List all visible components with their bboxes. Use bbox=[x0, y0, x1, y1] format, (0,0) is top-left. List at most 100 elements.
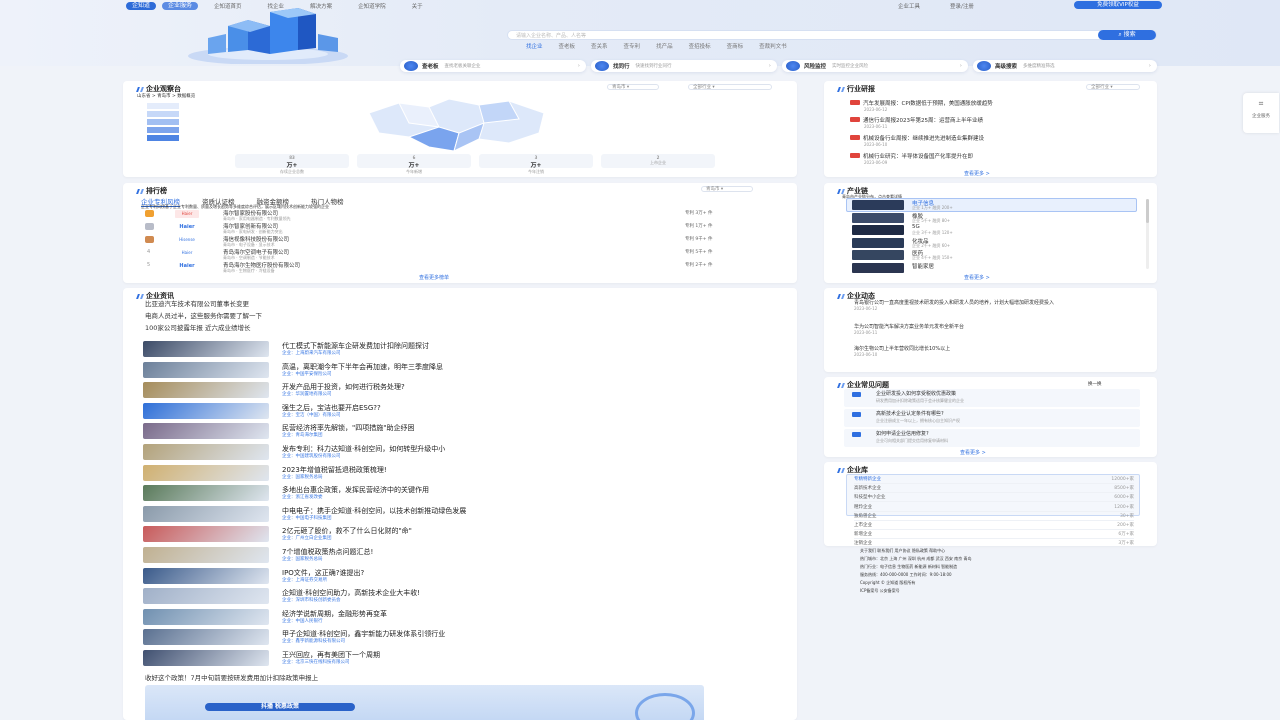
ranking-row[interactable]: 5 Haier 青岛海尔生物医疗股份有限公司 青岛市 · 生物医疗 · 冷链设备… bbox=[145, 261, 785, 273]
ranking-row[interactable]: Haier 海尔智家股份有限公司 青岛市 · 家用电器制造 · 专利数量领先 专… bbox=[145, 209, 785, 221]
quick-card-advanced-search[interactable]: 高级搜索 多维度精准筛选 › bbox=[973, 60, 1157, 72]
news-item-company[interactable]: 企业：国家税务总局 bbox=[282, 474, 323, 480]
search-input[interactable]: 请输入企业名称、产品、人名等 ⌕ 搜索 bbox=[507, 30, 1157, 40]
news-item-company[interactable]: 企业：青岛海尔集团 bbox=[282, 432, 323, 438]
ranking-row[interactable]: Haier 海尔智家创新有限公司 青岛市 · 家电研发 · 创新能力突出 专利 … bbox=[145, 222, 785, 234]
chain-thumbnail[interactable] bbox=[852, 200, 904, 210]
news-thumbnail[interactable] bbox=[143, 444, 269, 460]
faq-item[interactable]: 如何申请企业信用修复? 企业可向相关部门提交信用修复申请材料 bbox=[844, 429, 1140, 447]
news-top-item[interactable]: 100家公司披露年报 近六成业绩增长 bbox=[145, 322, 250, 332]
news-thumbnail[interactable] bbox=[143, 588, 269, 605]
footer-line[interactable]: 关于我们 联系我们 用户协议 隐私政策 帮助中心 bbox=[860, 548, 1160, 554]
news-item-company[interactable]: 企业：广州立白企业集团 bbox=[282, 535, 332, 541]
news-thumbnail[interactable] bbox=[143, 505, 269, 522]
news-thumbnail[interactable] bbox=[143, 629, 269, 646]
search-tab[interactable]: 找企业 bbox=[526, 42, 543, 50]
news-item-company[interactable]: 企业：上海证券交易所 bbox=[282, 577, 327, 583]
news-thumbnail[interactable] bbox=[143, 361, 269, 378]
news-thumbnail[interactable] bbox=[143, 341, 269, 357]
dynamics-item[interactable]: 华为公司智能汽车解决方案业务单元发布全新平台 2023-06-11 bbox=[854, 324, 1138, 336]
news-item-company[interactable]: 企业：浙江省发改委 bbox=[282, 494, 323, 500]
news-item-company[interactable]: 企业：中国人民银行 bbox=[282, 618, 323, 624]
dynamics-item[interactable]: 青岛银行公司一直高度重视技术研发的投入和研发人员的培养，计划大幅增加研发经费投入… bbox=[854, 300, 1138, 312]
industry-select[interactable]: 全部行业 ▾ bbox=[688, 84, 772, 90]
library-row[interactable]: 上市企业 200+家 bbox=[854, 522, 1134, 530]
library-row[interactable]: 瞪羚企业 1200+家 bbox=[854, 504, 1134, 512]
chain-thumbnail[interactable] bbox=[852, 237, 904, 248]
news-item-company[interactable]: 企业：上海蔚来汽车有限公司 bbox=[282, 350, 341, 356]
chain-thumbnail[interactable] bbox=[852, 212, 904, 223]
faq-item[interactable]: 高新技术企业认定条件有哪些? 企业注册成立一年以上，拥有核心自主知识产权 bbox=[844, 409, 1140, 427]
faq-refresh[interactable]: 换一换 bbox=[1088, 381, 1102, 387]
search-tab[interactable]: 查专利 bbox=[624, 42, 641, 50]
search-button[interactable]: ⌕ 搜索 bbox=[1098, 30, 1156, 40]
report-item[interactable]: 机械行业研究：半导体设备国产化率提升在即 2023-06-09 bbox=[850, 152, 1140, 165]
news-item-company[interactable]: 企业：中国平安保险公司 bbox=[282, 371, 332, 377]
dynamics-item[interactable]: 海尔生物公司上半年营收同比增长10%以上 2023-06-10 bbox=[854, 346, 1138, 358]
news-item-company[interactable]: 企业：国家税务总局 bbox=[282, 556, 323, 562]
news-thumbnail[interactable] bbox=[143, 464, 269, 481]
quick-card-peers[interactable]: 找同行 快速找到行业同行 › bbox=[591, 60, 777, 72]
search-tab[interactable]: 查招投标 bbox=[689, 42, 711, 50]
nav-item-academy[interactable]: 企知道学院 bbox=[358, 2, 386, 10]
industry-report-more[interactable]: 查看更多 > bbox=[964, 170, 990, 177]
news-thumbnail[interactable] bbox=[143, 547, 269, 563]
news-top-item[interactable]: 电商人员过半，这些服务你需要了解一下 bbox=[145, 310, 262, 320]
news-item-company[interactable]: 企业：深圳市科技创新委员会 bbox=[282, 597, 341, 603]
report-item[interactable]: 机械设备行业周报：继续推进先进制造业集群建设 2023-06-10 bbox=[850, 134, 1140, 147]
search-tab[interactable]: 查商标 bbox=[727, 42, 744, 50]
report-item[interactable]: 通信行业周报2023年第25周：运营商上半年业绩 2023-06-11 bbox=[850, 116, 1140, 129]
faq-item[interactable]: 企业研发投入如何享受税收优惠政策 研发费用加计扣除政策适用于会计核算健全的企业 bbox=[844, 389, 1140, 407]
news-thumbnail[interactable] bbox=[143, 526, 269, 543]
footer-line[interactable]: ICP备案号 公安备案号 bbox=[860, 588, 1160, 594]
chain-scrollbar[interactable] bbox=[1146, 199, 1149, 269]
report-item[interactable]: 汽车发展周报：CPI数据低于预期，美国通胀放缓趋势 2023-06-12 bbox=[850, 99, 1140, 112]
search-tab[interactable]: 查关系 bbox=[591, 42, 608, 50]
ranking-region-select[interactable]: 青岛市 ▾ bbox=[701, 186, 753, 192]
news-top-item[interactable]: 比亚迪汽车技术有限公司董事长变更 bbox=[145, 298, 249, 308]
news-item-company[interactable]: 企业：华润置地有限公司 bbox=[282, 391, 332, 397]
news-thumbnail[interactable] bbox=[143, 402, 269, 419]
chain-name[interactable]: 智能家居 bbox=[912, 262, 934, 270]
nav-tools[interactable]: 企业工具 bbox=[898, 2, 920, 10]
news-thumbnail[interactable] bbox=[143, 650, 269, 666]
news-thumbnail[interactable] bbox=[143, 567, 269, 584]
chain-thumbnail[interactable] bbox=[852, 263, 904, 273]
chain-more[interactable]: 查看更多 > bbox=[964, 274, 990, 281]
news-thumbnail[interactable] bbox=[143, 485, 269, 502]
footer-line[interactable]: 热门城市：北京 上海 广州 深圳 杭州 成都 武汉 西安 南京 青岛 bbox=[860, 556, 1160, 562]
ranking-row[interactable]: Hisense 海信视像科技股份有限公司 青岛市 · 电子设备 · 显示技术 专… bbox=[145, 235, 785, 247]
news-thumbnail[interactable] bbox=[143, 608, 269, 625]
login-link[interactable]: 登录/注册 bbox=[950, 2, 974, 10]
floating-sidebar[interactable]: ⌗ 企业服务 bbox=[1243, 93, 1279, 133]
chain-thumbnail[interactable] bbox=[852, 250, 904, 261]
search-tab[interactable]: 查老板 bbox=[559, 42, 576, 50]
brand-logo[interactable]: 企知道 bbox=[126, 2, 157, 10]
quick-card-boss[interactable]: 查老板 查找老板关联企业 › bbox=[400, 60, 586, 72]
search-tab[interactable]: 找产品 bbox=[656, 42, 673, 50]
library-row[interactable]: 新增企业 6万+家 bbox=[854, 531, 1134, 540]
library-row[interactable]: 科技型中小企业 6000+家 bbox=[854, 494, 1134, 503]
ranking-more-link[interactable]: 查看更多榜单 bbox=[419, 274, 449, 281]
region-select[interactable]: 青岛市 ▾ bbox=[607, 84, 659, 90]
news-thumbnail[interactable] bbox=[143, 423, 269, 440]
news-item-company[interactable]: 企业：鑫宇新能源科技有限公司 bbox=[282, 638, 345, 644]
news-bottom-item[interactable]: 收好这个政策！7月中旬前要按研发费用加计扣除政策申报上 bbox=[145, 672, 318, 682]
quick-card-risk[interactable]: 风险监控 实时监控企业风险 › bbox=[782, 60, 968, 72]
footer-line[interactable]: 热门行业：电子信息 生物医药 新能源 新材料 智能制造 bbox=[860, 564, 1160, 570]
library-row[interactable]: 专精特新企业 12000+家 bbox=[854, 476, 1134, 484]
library-row[interactable]: 独角兽企业 30+家 bbox=[854, 513, 1134, 521]
chain-thumbnail[interactable] bbox=[852, 225, 904, 236]
library-row[interactable]: 高新技术企业 8500+家 bbox=[854, 485, 1134, 494]
tax-policy-banner[interactable]: 抖播 税惠政策 bbox=[145, 685, 704, 720]
news-item-company[interactable]: 企业：北京三快在线科技有限公司 bbox=[282, 659, 350, 665]
news-item-company[interactable]: 企业：中国建筑股份有限公司 bbox=[282, 453, 341, 459]
news-item-company[interactable]: 企业：中国电子科技集团 bbox=[282, 515, 332, 521]
ranking-row[interactable]: 4 Haier 青岛海尔空调电子有限公司 青岛市 · 空调制造 · 节能技术 专… bbox=[145, 248, 785, 260]
news-thumbnail[interactable] bbox=[143, 382, 269, 399]
news-item-company[interactable]: 企业：宝洁（中国）有限公司 bbox=[282, 412, 341, 418]
search-tab[interactable]: 查裁判文书 bbox=[759, 42, 787, 50]
register-button[interactable]: 免费领取VIP权益 bbox=[1074, 1, 1162, 9]
nav-item-about[interactable]: 关于 bbox=[412, 2, 423, 10]
faq-more[interactable]: 查看更多 > bbox=[960, 449, 986, 456]
